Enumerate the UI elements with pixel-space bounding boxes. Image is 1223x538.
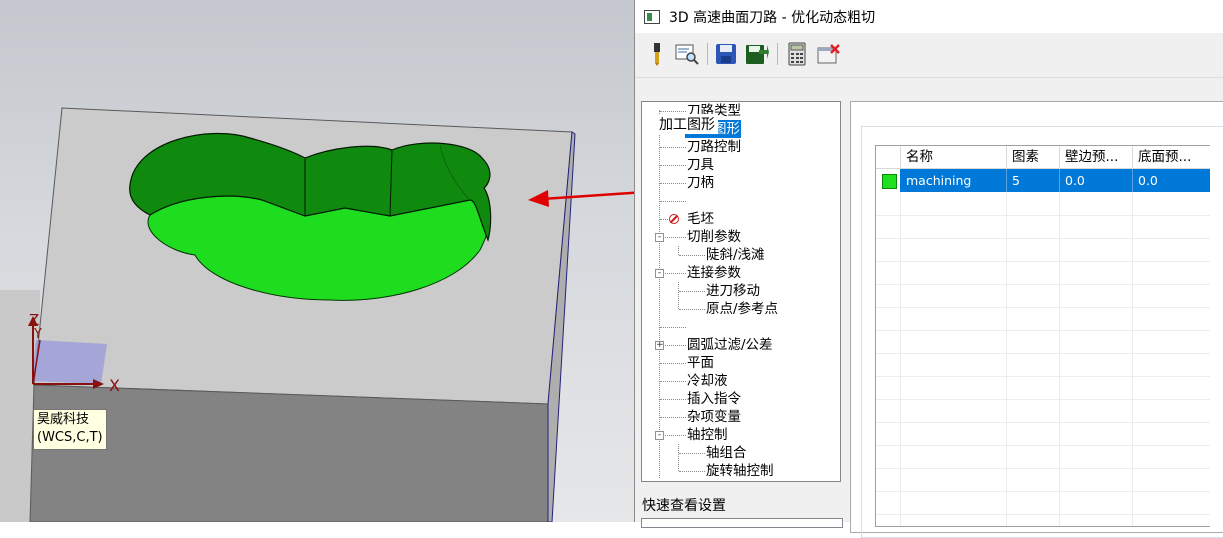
tree-item-rotary-axis-control[interactable]: 旋转轴控制 xyxy=(706,462,774,480)
grid-cell-floor-stock[interactable]: 0.0 xyxy=(1133,169,1210,192)
window-icon xyxy=(644,9,660,24)
grid-header-wall-stock[interactable]: 壁边预... xyxy=(1060,146,1133,169)
tree-item-cut-parameters[interactable]: 切削参数 xyxy=(687,228,741,246)
grid-header-floor-stock[interactable]: 底面预... xyxy=(1133,146,1210,169)
wcs-tooltip: 昊威科技 (WCS,C,T) xyxy=(33,409,107,450)
geometry-grid[interactable]: 名称 图素 壁边预... 底面预... machining 5 0.0 0.0 xyxy=(875,145,1210,527)
grid-cell-wall-stock[interactable]: 0.0 xyxy=(1060,169,1133,192)
tree-item-toolpath-control[interactable]: 刀路控制 xyxy=(687,138,741,156)
grid-header-color xyxy=(876,146,901,169)
forbidden-icon xyxy=(669,214,679,224)
tree-line xyxy=(678,246,679,255)
save-icon[interactable] xyxy=(714,42,738,66)
x-axis-label: X xyxy=(109,376,120,395)
preview-icon[interactable] xyxy=(675,42,699,66)
close-window-icon[interactable] xyxy=(817,42,841,66)
tree-item-axis-combination[interactable]: 轴组合 xyxy=(706,444,747,462)
wcs-plane xyxy=(32,340,107,384)
toolpath-dialog: 3D 高速曲面刀路 - 优化动态粗切 刀路类型 ✓ 模 xyxy=(634,0,1223,538)
graphics-viewport[interactable]: Z Y X 昊威科技 (WCS,C,T) xyxy=(0,0,634,522)
grid-cell-entities[interactable]: 5 xyxy=(1007,169,1060,192)
expand-icon[interactable]: + xyxy=(655,341,664,350)
calculator-icon[interactable] xyxy=(785,42,809,66)
grid-cell-name[interactable]: machining xyxy=(901,169,1007,192)
tree-item-axis-control[interactable]: 轴控制 xyxy=(687,426,728,444)
y-axis-label: Y xyxy=(33,327,42,342)
quick-view-panel xyxy=(641,518,843,528)
tree-item-planes[interactable]: 平面 xyxy=(687,354,714,372)
quick-view-label: 快速查看设置 xyxy=(642,498,726,514)
tree-item-misc-values[interactable]: 杂项变量 xyxy=(687,408,741,426)
tree-item-linking-parameters[interactable]: 连接参数 xyxy=(687,264,741,282)
tree-item-coolant[interactable]: 冷却液 xyxy=(687,372,728,390)
toolbar xyxy=(635,33,1223,78)
tree-item-arc-filter-tolerance[interactable]: 圆弧过滤/公差 xyxy=(687,336,773,354)
export-icon[interactable] xyxy=(745,42,769,66)
dialog-titlebar[interactable]: 3D 高速曲面刀路 - 优化动态粗切 xyxy=(635,0,1223,33)
block-front-face xyxy=(29,384,549,522)
collapse-icon[interactable]: - xyxy=(655,233,664,242)
collapse-icon[interactable]: - xyxy=(655,269,664,278)
arrow-head xyxy=(528,190,549,207)
tree-item-home-reference[interactable]: 原点/参考点 xyxy=(706,300,778,318)
tree-item-canned-text[interactable]: 插入指令 xyxy=(687,390,741,408)
grid-header-entities[interactable]: 图素 xyxy=(1007,146,1060,169)
tree-line xyxy=(678,282,679,309)
parameter-tree[interactable]: 刀路类型 ✓ 模型图形 刀路控制 刀具 刀柄 毛坯 - 切削参数 陡斜/浅滩 -… xyxy=(641,101,841,482)
group-title: 加工图形 xyxy=(656,114,718,134)
dialog-title: 3D 高速曲面刀路 - 优化动态粗切 xyxy=(669,9,876,26)
tree-item-stock[interactable]: 毛坯 xyxy=(687,210,714,228)
toolbar-separator xyxy=(777,43,778,65)
collapse-icon[interactable]: - xyxy=(655,431,664,440)
toolbar-separator xyxy=(707,43,708,65)
tree-line xyxy=(678,444,679,471)
tree-item-tool[interactable]: 刀具 xyxy=(687,156,714,174)
tree-item-entry-motion[interactable]: 进刀移动 xyxy=(706,282,760,300)
tool-icon[interactable] xyxy=(645,42,669,66)
tree-item-steep-shallow[interactable]: 陡斜/浅滩 xyxy=(706,246,765,264)
grid-header-name[interactable]: 名称 xyxy=(901,146,1007,169)
geometry-color-swatch[interactable] xyxy=(882,174,897,189)
tree-item-holder[interactable]: 刀柄 xyxy=(687,174,714,192)
